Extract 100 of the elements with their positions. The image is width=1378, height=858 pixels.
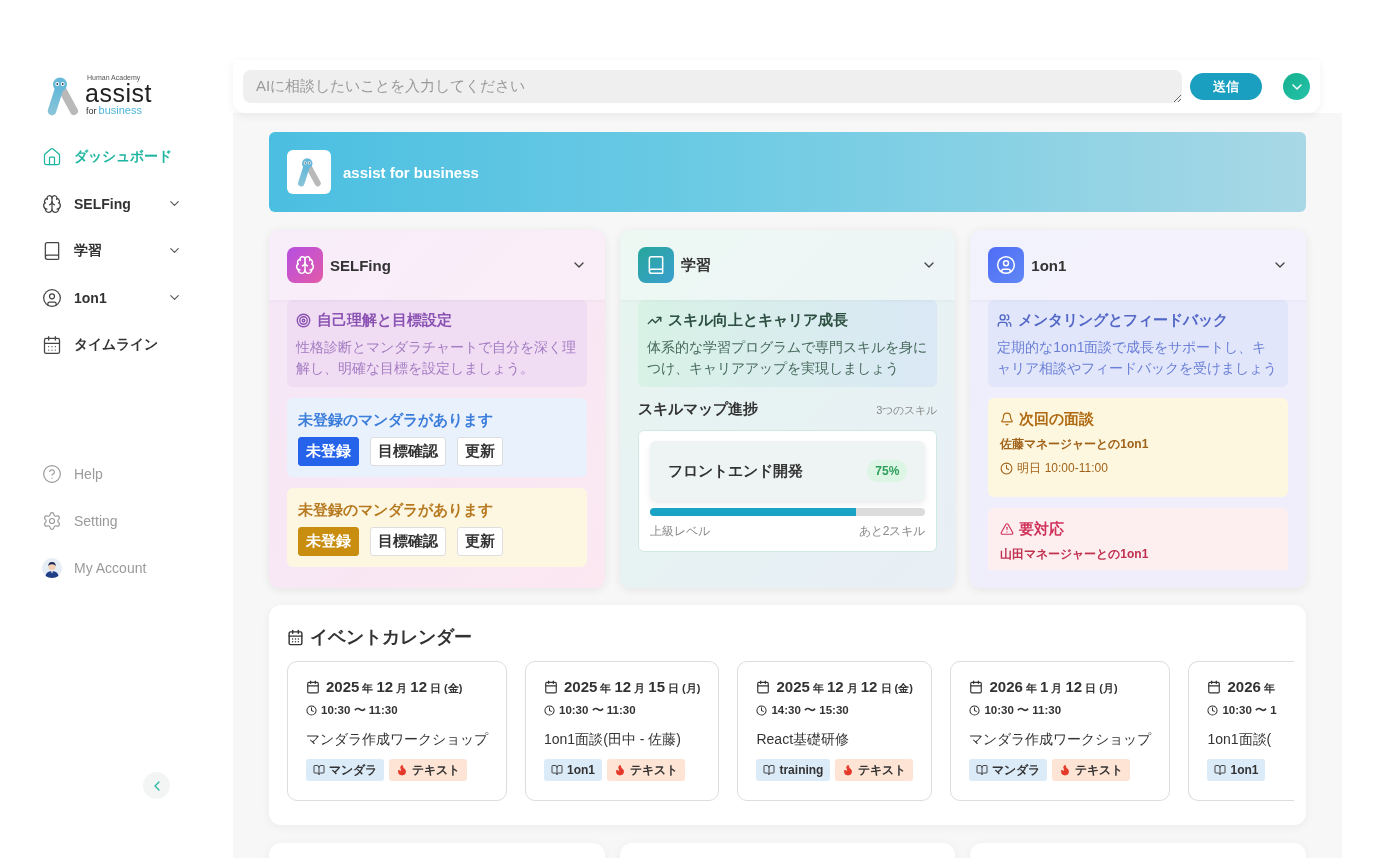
progress-title: スキルマップ進捗 xyxy=(637,400,758,419)
user-circle-icon xyxy=(42,287,62,308)
flame-icon xyxy=(614,764,626,776)
card-title: SELFing xyxy=(330,256,391,274)
event-time: 10:30 〜 11:30 xyxy=(984,703,1062,718)
book-icon xyxy=(976,764,989,776)
skill-level-caption: 上級レベル xyxy=(649,523,710,540)
percent-badge: 75% xyxy=(867,460,908,482)
event-tag: テキスト xyxy=(607,759,685,781)
book-icon xyxy=(637,247,674,283)
logo-tagline: for business xyxy=(86,104,143,117)
book-icon xyxy=(1214,764,1227,776)
notice-title: 要対応 xyxy=(1019,519,1065,539)
event-title: マンダラ作成ワークショップ xyxy=(969,731,1152,749)
event-title: 1on1面談( xyxy=(1207,731,1273,749)
clock-icon xyxy=(1207,705,1219,716)
calendar-icon xyxy=(287,628,304,646)
event-title: 1on1面談(田中 - 佐藤) xyxy=(544,731,682,749)
event-card[interactable]: 2026 年 10:30 〜 1 1on1面談( 1on1 xyxy=(1188,661,1294,801)
target-icon xyxy=(296,312,311,328)
skill-remaining-caption: あと2スキル xyxy=(858,523,926,540)
event-time: 10:30 〜 11:30 xyxy=(559,703,636,718)
notice-time: 明日 10:00-11:00 xyxy=(1017,460,1108,477)
action-button[interactable]: 更新 xyxy=(457,527,503,556)
event-date: 2026 年 xyxy=(1227,678,1275,696)
toggle-button[interactable] xyxy=(1283,73,1310,100)
book-icon xyxy=(313,764,325,776)
banner-title: assist for business xyxy=(343,163,479,181)
intro-description: 体系的な学習プログラムで専門スキルを身につけ、キャリアアップを実現しましょう xyxy=(646,338,928,378)
settings-icon xyxy=(42,510,62,531)
register-button[interactable]: 未登録 xyxy=(298,437,359,466)
alert-title: 未登録のマンダラがあります xyxy=(298,410,494,430)
notice-title: 次回の面談 xyxy=(1019,409,1095,429)
event-card[interactable]: 2025 年 12 月 12 日 (金) 10:30 〜 11:30 マンダラ作成ワークショップ マンダラ テキスト xyxy=(287,661,507,801)
action-button[interactable]: 更新 xyxy=(457,437,503,466)
clock-icon xyxy=(756,705,768,716)
event-tag: 1on1 xyxy=(1207,759,1266,781)
flame-icon xyxy=(396,764,408,776)
clock-icon xyxy=(544,705,555,716)
event-tag: テキスト xyxy=(835,759,914,781)
intro-title: スキル向上とキャリア成長 xyxy=(667,310,848,330)
logo-wordmark: assist xyxy=(85,82,152,104)
users-icon xyxy=(997,312,1013,328)
intro-description: 性格診断とマンダラチャートで自分を深く理解し、明確な目標を設定しましょう。 xyxy=(296,338,577,378)
mascot-icon xyxy=(287,150,331,194)
event-card[interactable]: 2026 年 1 月 12 日 (月) 10:30 〜 11:30 マンダラ作成ワークショップ マンダラ テキスト xyxy=(950,661,1171,801)
mascot-icon xyxy=(45,75,81,116)
book-icon xyxy=(763,764,776,776)
warning-icon xyxy=(1000,522,1015,536)
brain-icon xyxy=(42,193,62,214)
event-tag: マンダラ xyxy=(969,759,1048,781)
event-date: 2026 年 1 月 12 日 (月) xyxy=(989,678,1118,696)
calendar-icon xyxy=(756,680,771,694)
event-tag: 1on1 xyxy=(544,759,602,781)
brain-icon xyxy=(287,247,323,283)
card-title: 学習 xyxy=(680,255,711,275)
nav-item[interactable]: 学習 xyxy=(42,227,182,274)
event-card[interactable]: 2025 年 12 月 12 日 (金) 14:30 〜 15:30 React基礎研修 training テキスト xyxy=(737,661,933,801)
avatar-icon xyxy=(42,557,62,578)
intro-description: 定期的な1on1面談で成長をサポートし、キャリア相談やフィードバックを受けましょう xyxy=(997,338,1279,378)
flame-icon xyxy=(842,764,855,776)
event-date: 2025 年 12 月 15 日 (月) xyxy=(564,678,701,696)
nav-item[interactable]: 1on1 xyxy=(42,274,182,321)
clock-icon xyxy=(1000,462,1014,475)
ai-prompt-field[interactable]: AIに相談したいことを入力してください xyxy=(243,70,1182,103)
event-date: 2025 年 12 月 12 日 (金) xyxy=(776,678,913,696)
event-time: 10:30 〜 1 xyxy=(1222,703,1277,718)
calendar-icon xyxy=(306,680,320,694)
calendar-title: イベントカレンダー xyxy=(310,626,472,649)
nav-item[interactable]: SELFing xyxy=(42,180,182,227)
skill-name: フロントエンド開発 xyxy=(667,461,803,481)
event-date: 2025 年 12 月 12 日 (金) xyxy=(326,678,463,696)
nav-item[interactable]: タイムライン xyxy=(42,321,182,368)
home-icon xyxy=(42,146,62,167)
calendar-icon xyxy=(42,334,62,355)
action-button[interactable]: 目標確認 xyxy=(370,527,446,556)
clock-icon xyxy=(306,705,317,716)
book-icon xyxy=(551,764,563,776)
book-icon xyxy=(42,240,62,261)
event-time: 14:30 〜 15:30 xyxy=(771,703,849,718)
event-time: 10:30 〜 11:30 xyxy=(321,703,398,718)
event-tag: training xyxy=(756,759,831,781)
event-tag: テキスト xyxy=(1052,759,1131,781)
event-card[interactable]: 2025 年 12 月 15 日 (月) 10:30 〜 11:30 1on1面談(田中 - 佐藤) 1on1 テキスト xyxy=(525,661,720,801)
alert-title: 未登録のマンダラがあります xyxy=(298,500,494,520)
flame-icon xyxy=(1059,764,1072,776)
help-icon xyxy=(42,463,62,484)
calendar-icon xyxy=(1207,680,1222,694)
notice-subtitle: 山田マネージャーとの1on1 xyxy=(1000,546,1150,563)
calendar-icon xyxy=(544,680,558,694)
event-title: マンダラ作成ワークショップ xyxy=(306,731,488,749)
bell-icon xyxy=(1000,412,1015,426)
intro-title: メンタリングとフィードバック xyxy=(1018,310,1229,330)
event-title: React基礎研修 xyxy=(756,731,851,749)
action-button[interactable]: 目標確認 xyxy=(370,437,446,466)
intro-title: 自己理解と目標設定 xyxy=(317,310,452,330)
notice-subtitle: 佐藤マネージャーとの1on1 xyxy=(1000,436,1150,453)
card-title: 1on1 xyxy=(1031,256,1067,274)
clock-icon xyxy=(969,705,981,716)
calendar-icon xyxy=(969,680,984,694)
